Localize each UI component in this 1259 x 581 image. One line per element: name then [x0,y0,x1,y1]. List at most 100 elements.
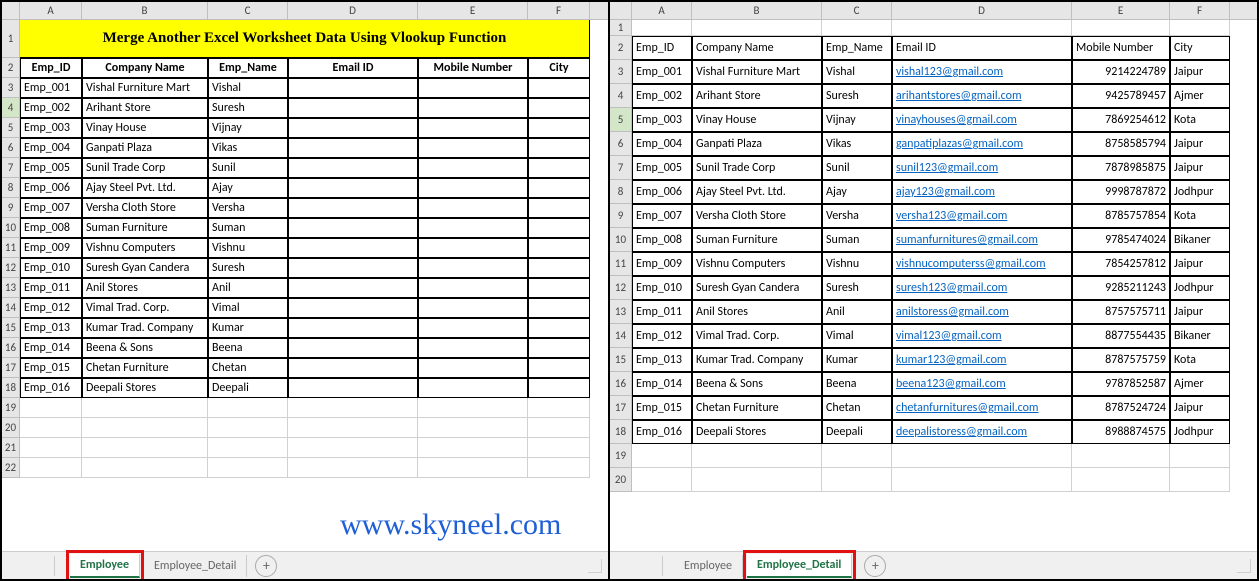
add-sheet-button[interactable]: + [255,555,277,577]
data-cell[interactable]: Vishnu Computers [692,252,822,276]
data-cell[interactable] [418,378,528,398]
data-cell[interactable] [528,378,590,398]
empty-cell[interactable] [1170,444,1230,468]
data-cell[interactable] [418,278,528,298]
data-cell[interactable] [288,238,418,258]
empty-cell[interactable] [288,438,418,458]
data-cell[interactable]: Emp_004 [632,132,692,156]
row-header-6[interactable]: 6 [2,138,20,158]
data-cell[interactable]: Vimal Trad. Corp. [82,298,208,318]
data-cell[interactable] [288,378,418,398]
row-header-5[interactable]: 5 [2,118,20,138]
empty-cell[interactable] [1170,468,1230,492]
empty-cell[interactable] [208,458,288,478]
sheet-tab-employee[interactable]: Employee [674,555,743,577]
data-cell[interactable]: Emp_007 [20,198,82,218]
header-mobile-number[interactable]: Mobile Number [1072,36,1170,60]
data-cell[interactable]: Jaipur [1170,60,1230,84]
data-cell[interactable]: Anil Stores [692,300,822,324]
data-cell[interactable]: Emp_011 [632,300,692,324]
row-header-9[interactable]: 9 [610,204,632,228]
title-cell[interactable]: Merge Another Excel Worksheet Data Using… [20,20,590,58]
data-cell[interactable]: Beena [208,338,288,358]
data-cell[interactable]: Deepali Stores [82,378,208,398]
header-city[interactable]: City [528,58,590,78]
data-cell[interactable]: Suman [208,218,288,238]
data-cell[interactable]: Emp_005 [632,156,692,180]
empty-cell[interactable] [1072,468,1170,492]
data-cell[interactable]: Vishnu Computers [82,238,208,258]
data-cell[interactable] [528,78,590,98]
data-cell[interactable] [418,78,528,98]
data-cell[interactable]: Vishal [822,60,892,84]
data-cell[interactable]: Ajmer [1170,372,1230,396]
row-header-13[interactable]: 13 [610,300,632,324]
empty-cell[interactable] [892,468,1072,492]
data-cell[interactable] [528,318,590,338]
data-cell[interactable]: 9285211243 [1072,276,1170,300]
data-cell[interactable] [528,218,590,238]
data-cell[interactable]: Emp_003 [632,108,692,132]
data-cell[interactable]: Emp_002 [632,84,692,108]
empty-cell[interactable] [528,418,590,438]
data-cell[interactable] [528,298,590,318]
data-cell[interactable]: Vijnay [208,118,288,138]
data-cell[interactable] [288,218,418,238]
data-cell[interactable]: Suresh [822,276,892,300]
row-header-13[interactable]: 13 [2,278,20,298]
data-cell[interactable]: Emp_014 [20,338,82,358]
data-cell[interactable] [528,198,590,218]
data-cell[interactable]: chetanfurnitures@gmail.com [892,396,1072,420]
data-cell[interactable]: Anil [208,278,288,298]
data-cell[interactable]: Suresh Gyan Candera [82,258,208,278]
empty-cell[interactable] [208,438,288,458]
data-cell[interactable]: Vinay House [82,118,208,138]
data-cell[interactable]: Arihant Store [82,98,208,118]
row-header-2[interactable]: 2 [610,36,632,60]
data-cell[interactable] [418,338,528,358]
data-cell[interactable] [288,98,418,118]
data-cell[interactable]: Jaipur [1170,396,1230,420]
row-header-19[interactable]: 19 [2,398,20,418]
row-header-19[interactable]: 19 [610,444,632,468]
data-cell[interactable]: Deepali [208,378,288,398]
data-cell[interactable]: Suresh [822,84,892,108]
data-cell[interactable]: Suman Furniture [692,228,822,252]
header-emp_id[interactable]: Emp_ID [20,58,82,78]
data-cell[interactable]: Vishal [208,78,288,98]
empty-cell[interactable] [1072,20,1170,36]
data-cell[interactable]: Vishnu [822,252,892,276]
data-cell[interactable] [528,158,590,178]
data-cell[interactable] [418,318,528,338]
data-cell[interactable]: vimal123@gmail.com [892,324,1072,348]
data-cell[interactable]: arihantstores@gmail.com [892,84,1072,108]
data-cell[interactable] [288,158,418,178]
data-cell[interactable] [528,338,590,358]
data-cell[interactable]: Emp_005 [20,158,82,178]
data-cell[interactable] [288,298,418,318]
data-cell[interactable]: Vimal [822,324,892,348]
data-cell[interactable]: Bikaner [1170,228,1230,252]
data-cell[interactable]: 9787852587 [1072,372,1170,396]
row-header-14[interactable]: 14 [610,324,632,348]
data-cell[interactable]: Anil Stores [82,278,208,298]
row-header-16[interactable]: 16 [610,372,632,396]
data-cell[interactable] [418,98,528,118]
empty-cell[interactable] [82,398,208,418]
data-cell[interactable]: Vishnu [208,238,288,258]
data-cell[interactable]: 9785474024 [1072,228,1170,252]
data-cell[interactable]: Chetan [822,396,892,420]
empty-cell[interactable] [892,20,1072,36]
header-company-name[interactable]: Company Name [82,58,208,78]
col-header-A[interactable]: A [632,2,692,19]
row-header-10[interactable]: 10 [2,218,20,238]
data-cell[interactable]: Emp_006 [20,178,82,198]
empty-cell[interactable] [288,418,418,438]
empty-cell[interactable] [528,438,590,458]
data-cell[interactable] [288,338,418,358]
data-cell[interactable]: Kumar [822,348,892,372]
data-cell[interactable]: Vijnay [822,108,892,132]
data-cell[interactable]: suresh123@gmail.com [892,276,1072,300]
data-cell[interactable]: 9425789457 [1072,84,1170,108]
data-cell[interactable]: Suresh [208,258,288,278]
